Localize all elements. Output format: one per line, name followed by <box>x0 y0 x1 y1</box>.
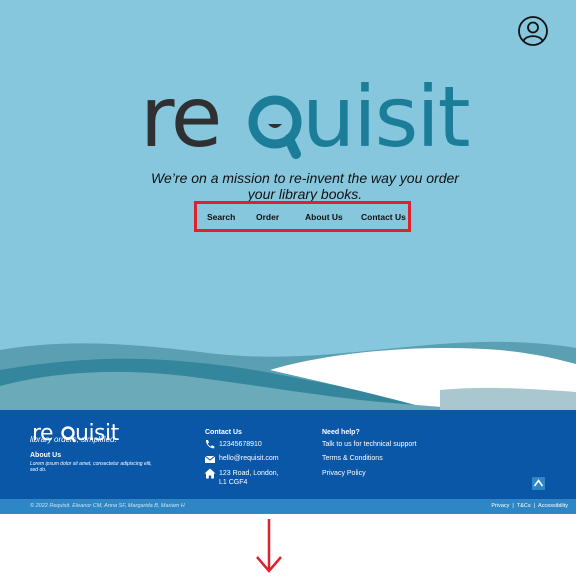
logo-magnifier-q <box>248 95 302 159</box>
footer-address-line2: L1 CGF4 <box>219 479 248 486</box>
nav-contact-link[interactable]: Contact Us <box>361 212 406 222</box>
separator: | <box>533 503 536 509</box>
arrow-down-icon <box>256 519 282 573</box>
user-circle-icon[interactable] <box>517 15 549 47</box>
footer-support-link[interactable]: Talk to us for technical support <box>322 440 417 449</box>
requisit-logo: re uisit <box>140 68 471 166</box>
phone-icon <box>205 440 215 449</box>
footer-about-text: Lorem ipsum dolor sit amet, consectetur … <box>30 461 152 473</box>
nav-search-link[interactable]: Search <box>207 212 235 222</box>
footer-address-line1: 123 Road, London, <box>219 470 279 477</box>
footer-help-title: Need help? <box>322 429 360 436</box>
arrow-up-icon[interactable] <box>532 477 545 490</box>
footer-contact-title: Contact Us <box>205 429 242 436</box>
main-nav: Search Order About Us Contact Us <box>194 201 411 232</box>
separator: | <box>512 503 514 509</box>
bottom-bar: © 2022 Requisit. Eleanor CM, Anna SF, Ma… <box>0 499 576 514</box>
nav-about-link[interactable]: About Us <box>305 212 343 222</box>
nav-order-link[interactable]: Order <box>256 212 279 222</box>
privacy-link[interactable]: Privacy <box>491 503 509 509</box>
hero-section: re uisit We’re on a mission to re-invent… <box>0 0 576 410</box>
site-footer: re uisit library orders, simplified. Abo… <box>0 410 576 499</box>
accessibility-link[interactable]: Accessibility <box>538 503 568 509</box>
footer-phone[interactable]: 12345678910 <box>219 440 262 449</box>
email-icon <box>204 455 216 463</box>
svg-text:uisit: uisit <box>302 68 469 166</box>
home-icon <box>204 468 216 479</box>
footer-terms-link[interactable]: Terms & Conditions <box>322 454 383 463</box>
hero-tagline: We’re on a mission to re-invent the way … <box>151 170 459 202</box>
footer-privacy-link[interactable]: Privacy Policy <box>322 469 366 478</box>
wave-decoration <box>0 341 576 410</box>
tcs-link[interactable]: T&Cs <box>517 503 531 509</box>
svg-text:re: re <box>140 68 220 166</box>
legal-links: Privacy | T&Cs | Accessibility <box>491 503 568 509</box>
copyright-text: © 2022 Requisit. Eleanor CM, Anna SF, Ma… <box>30 503 185 509</box>
footer-email[interactable]: hello@requisit.com <box>219 454 279 463</box>
footer-slogan: library orders, simplified. <box>30 435 117 444</box>
footer-about-title: About Us <box>30 452 62 459</box>
